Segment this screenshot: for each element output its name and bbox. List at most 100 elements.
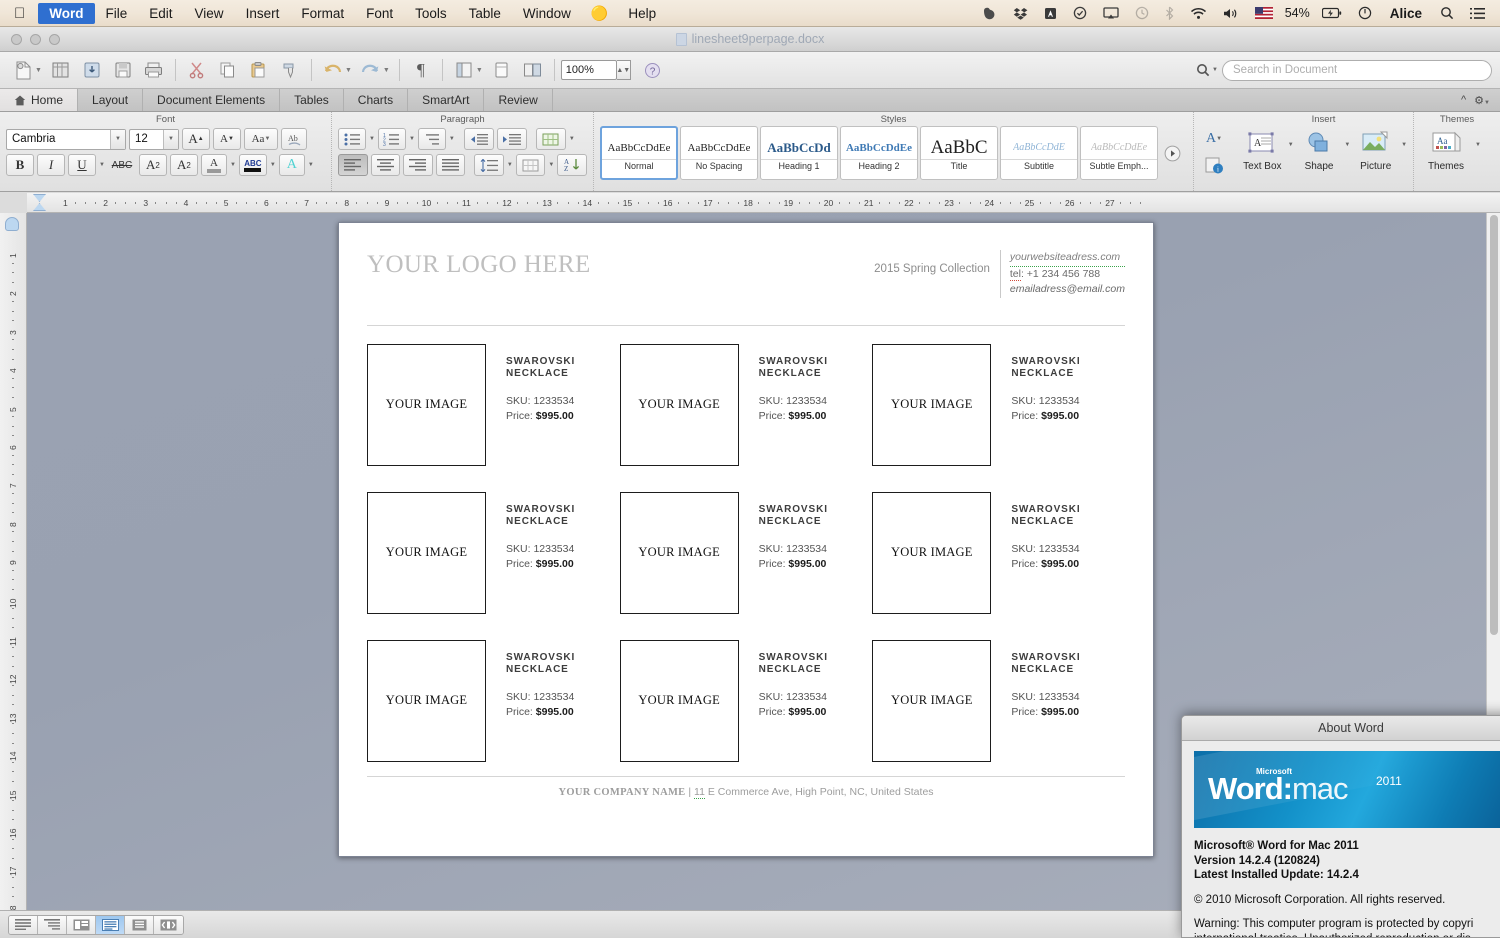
styles-pane-icon[interactable]: i [1203, 154, 1225, 176]
wifi-icon[interactable] [1183, 7, 1214, 20]
product-cell[interactable]: YOUR IMAGE SWAROVSKI NECKLACE SKU: 12335… [619, 639, 873, 762]
adobe-icon[interactable] [1037, 7, 1064, 20]
search-scope-caret[interactable]: ▼ [1212, 67, 1218, 73]
menu-item-insert[interactable]: Insert [235, 3, 291, 24]
font-size-caret[interactable]: ▼ [163, 129, 178, 149]
contact-email[interactable]: emailadress@email.com [1010, 282, 1125, 298]
borders-caret[interactable]: ▼ [569, 136, 575, 142]
notebook-view-icon[interactable] [125, 915, 154, 934]
shrink-font-icon[interactable]: A ▼ [213, 128, 241, 150]
picture-caret[interactable]: ▼ [1401, 142, 1407, 148]
align-left-icon[interactable] [338, 154, 368, 176]
focus-view-icon[interactable] [154, 915, 183, 934]
menu-item-file[interactable]: File [95, 3, 139, 24]
font-color-caret[interactable]: ▼ [230, 162, 236, 168]
superscript-icon[interactable]: A2 [138, 154, 167, 176]
tab-tables[interactable]: Tables [280, 89, 344, 111]
draft-view-icon[interactable] [9, 915, 38, 934]
font-name-caret[interactable]: ▼ [110, 129, 125, 149]
product-image-placeholder[interactable]: YOUR IMAGE [619, 343, 739, 466]
insert-shape-button[interactable]: Shape [1297, 128, 1342, 172]
style-title[interactable]: AaBbC Title [920, 126, 998, 180]
sort-icon[interactable]: AZ [557, 154, 587, 176]
contact-tel-line[interactable]: tel: +1 234 456 788 [1009, 267, 1125, 283]
themes-button[interactable]: Aa Themes [1420, 128, 1472, 172]
battery-icon[interactable] [1315, 7, 1349, 19]
italic-button[interactable]: I [37, 154, 65, 176]
hanging-indent-marker[interactable] [33, 203, 46, 211]
shading-caret[interactable]: ▼ [548, 162, 554, 168]
collection-label[interactable]: 2015 Spring Collection [874, 250, 990, 275]
underline-caret[interactable]: ▼ [99, 162, 105, 168]
undo-icon[interactable] [318, 57, 348, 84]
themes-caret[interactable]: ▼ [1475, 142, 1481, 148]
highlight-icon[interactable]: ABC [238, 154, 267, 176]
zoom-control[interactable]: 100% ▲▼ [560, 60, 631, 80]
tab-document-elements[interactable]: Document Elements [143, 89, 281, 111]
numbered-list-caret[interactable]: ▼ [409, 136, 415, 142]
open-icon[interactable] [46, 57, 76, 84]
evernote-icon[interactable] [975, 7, 1004, 20]
change-case-icon[interactable]: Aa ▼ [244, 128, 278, 150]
font-name-combo[interactable]: Cambria ▼ [6, 128, 126, 150]
product-image-placeholder[interactable]: YOUR IMAGE [367, 491, 486, 614]
search-input[interactable]: Search in Document [1222, 59, 1492, 81]
save-to-web-icon[interactable] [77, 57, 107, 84]
product-cell[interactable]: YOUR IMAGE SWAROVSKI NECKLACE SKU: 12335… [367, 491, 620, 614]
cut-icon[interactable] [182, 57, 212, 84]
insert-picture-button[interactable]: Picture [1353, 128, 1398, 172]
zoom-value[interactable]: 100% [560, 60, 617, 80]
multilevel-list-icon[interactable] [417, 128, 446, 150]
tab-review[interactable]: Review [484, 89, 553, 111]
product-image-placeholder[interactable]: YOUR IMAGE [872, 343, 992, 466]
font-size-combo[interactable]: 12 ▼ [129, 128, 179, 150]
product-image-placeholder[interactable]: YOUR IMAGE [872, 639, 992, 762]
strikethrough-icon[interactable]: ABC [108, 154, 136, 176]
menu-item-view[interactable]: View [184, 3, 235, 24]
menu-item-tools[interactable]: Tools [404, 3, 458, 24]
print-layout-view-icon[interactable] [96, 915, 125, 934]
product-cell[interactable]: YOUR IMAGE SWAROVSKI NECKLACE SKU: 12335… [619, 343, 873, 466]
tab-smartart[interactable]: SmartArt [408, 89, 485, 111]
borders-icon[interactable] [535, 128, 566, 150]
save-icon[interactable] [108, 57, 138, 84]
product-image-placeholder[interactable]: YOUR IMAGE [619, 491, 739, 614]
line-spacing-icon[interactable] [474, 154, 504, 176]
insert-text-box-button[interactable]: A Text Box [1240, 128, 1285, 172]
menu-item-help[interactable]: Help [617, 3, 667, 24]
more-styles-icon[interactable] [1160, 126, 1181, 180]
outline-view-icon[interactable] [38, 915, 67, 934]
dropbox-icon[interactable] [1006, 7, 1035, 20]
shape-caret[interactable]: ▼ [1344, 142, 1350, 148]
clear-formatting-icon[interactable]: Ab [281, 128, 307, 150]
menu-item-table[interactable]: Table [458, 3, 512, 24]
tab-charts[interactable]: Charts [344, 89, 409, 111]
tab-layout[interactable]: Layout [78, 89, 144, 111]
text-effects-caret[interactable]: ▼ [308, 162, 314, 168]
product-cell[interactable]: YOUR IMAGE SWAROVSKI NECKLACE SKU: 12335… [367, 343, 620, 466]
checkbox-icon[interactable] [1066, 6, 1094, 20]
product-image-placeholder[interactable]: YOUR IMAGE [367, 639, 486, 762]
highlight-caret[interactable]: ▼ [270, 162, 276, 168]
menu-item-font[interactable]: Font [355, 3, 404, 24]
tab-home[interactable]: Home [0, 89, 79, 111]
shading-icon[interactable] [515, 154, 546, 176]
bulleted-list-icon[interactable] [338, 128, 366, 150]
bluetooth-icon[interactable] [1158, 6, 1181, 20]
user-menu-name[interactable]: Alice [1381, 6, 1431, 21]
horizontal-ruler[interactable]: 1 2 3 4 5 6 7 8 9 10 11 12 13 14 15 16 17 18 19 20 21 22 23 24 2… [27, 193, 1500, 213]
bulleted-list-caret[interactable]: ▼ [369, 136, 375, 142]
menu-item-format[interactable]: Format [290, 3, 355, 24]
about-dialog-title-bar[interactable]: About Word [1182, 716, 1500, 741]
footer-text[interactable]: YOUR COMPANY NAME | 11 E Commerce Ave, H… [367, 785, 1125, 799]
apple-icon[interactable]:  [0, 6, 38, 21]
battery-percent[interactable]: 54% [1282, 6, 1313, 20]
grow-font-icon[interactable]: A ▲ [182, 128, 210, 150]
notebook-layout-icon[interactable] [487, 57, 517, 84]
flag-icon[interactable] [1248, 7, 1280, 19]
new-document-icon[interactable] [8, 57, 38, 84]
style-heading-1[interactable]: AaBbCcDd Heading 1 [760, 126, 838, 180]
subscript-icon[interactable]: A2 [169, 154, 198, 176]
about-word-dialog[interactable]: About Word Microsoft Word:mac 2011 Micro… [1181, 715, 1500, 938]
redo-icon[interactable] [356, 57, 386, 84]
